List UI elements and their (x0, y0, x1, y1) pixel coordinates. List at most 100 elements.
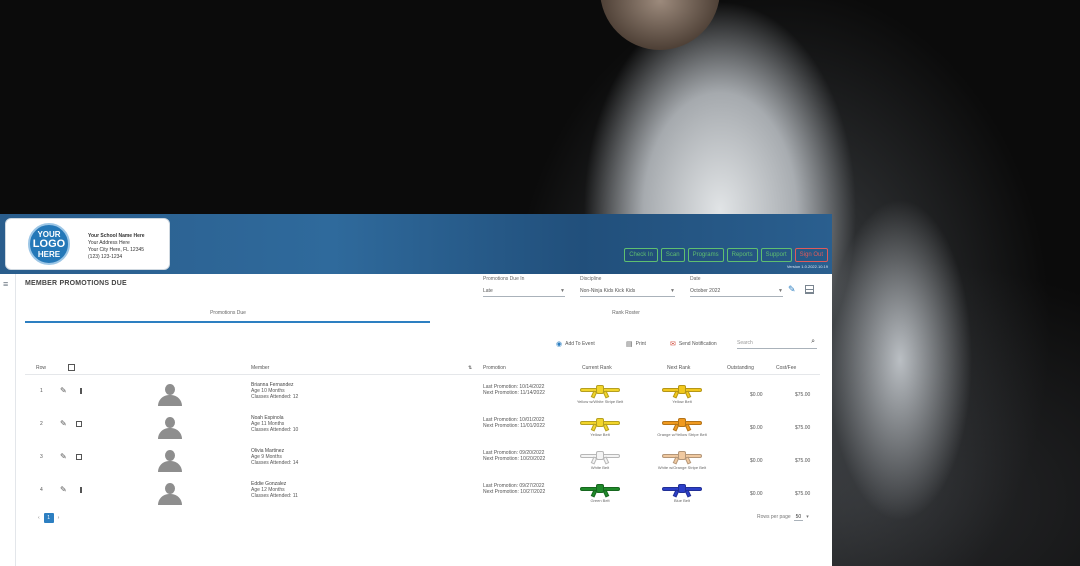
hamburger-menu-icon[interactable]: ≡ (3, 279, 8, 289)
pencil-icon[interactable]: ✎ (788, 284, 796, 295)
column-header-outstanding[interactable]: Outstanding (727, 365, 754, 371)
search-icon[interactable]: ⌕ (811, 338, 815, 346)
filter-promotions-due[interactable]: Promotions Due In Late ▼ (483, 276, 565, 297)
next-promotion: Next Promotion: 11/01/2022 (483, 423, 545, 429)
next-page-button[interactable]: › (58, 515, 60, 521)
mail-icon: ✉ (670, 341, 676, 348)
header-buttons: Check In Scan Programs Reports Support S… (624, 248, 828, 262)
filter-value: October 2022 (690, 288, 721, 294)
chevron-down-icon: ▼ (560, 288, 565, 294)
member-attended: Classes Attended: 11 (251, 493, 298, 499)
pencil-icon[interactable]: ✎ (60, 386, 67, 395)
tab-promotions-due[interactable]: Promotions Due (138, 310, 318, 316)
filter-value: Late (483, 288, 493, 294)
logo-text-2: LOGO (32, 237, 66, 250)
pencil-icon[interactable]: ✎ (60, 452, 67, 461)
column-header-promotion[interactable]: Promotion (483, 365, 506, 371)
avatar (157, 481, 183, 507)
cost-amount: $75.00 (795, 392, 811, 398)
current-rank: Yellow Belt (560, 415, 640, 437)
column-header-member[interactable]: Member (251, 365, 269, 371)
next-rank-label: Yellow Belt (672, 399, 692, 404)
outstanding-amount: $0.00 (750, 491, 763, 497)
belt-icon (580, 481, 620, 498)
member-info[interactable]: Brianna Fernandez Age 10 Months Classes … (251, 382, 298, 400)
member-info[interactable]: Eddie Gonzalez Age 12 Months Classes Att… (251, 481, 298, 499)
table-row[interactable]: 3 ✎ Olivia Martinez Age 9 Months Classes… (0, 448, 832, 481)
school-phone: (123) 123-1234 (88, 254, 123, 260)
member-attended: Classes Attended: 12 (251, 394, 299, 400)
search-input[interactable]: Search ⌕ (737, 337, 817, 349)
next-promotion: Next Promotion: 11/14/2022 (483, 390, 545, 396)
row-checkbox[interactable] (80, 487, 82, 493)
reports-button[interactable]: Reports (726, 248, 758, 262)
current-rank-label: Green Belt (590, 498, 610, 503)
belt-icon (662, 448, 702, 465)
member-attended: Classes Attended: 14 (251, 460, 299, 466)
school-name: Your School Name Here (88, 233, 145, 239)
member-info[interactable]: Olivia Martinez Age 9 Months Classes Att… (251, 448, 298, 466)
table-row[interactable]: 1 ✎ Brianna Fernandez Age 10 Months Clas… (0, 382, 832, 415)
outstanding-amount: $0.00 (750, 425, 763, 431)
chevron-down-icon: ▾ (806, 514, 809, 520)
print-button[interactable]: ▤ Print (626, 340, 646, 348)
avatar (157, 448, 183, 474)
next-rank: Blue Belt (642, 481, 722, 503)
header: YOUR LOGO HERE Your School Name Here You… (0, 214, 832, 274)
filter-value: Non-Ninja Kids Kick Kids (580, 288, 636, 294)
calendar-icon[interactable] (805, 285, 814, 294)
current-rank-label: White Belt (590, 465, 610, 470)
next-rank: Orange w/Yellow Stripe Belt (642, 415, 722, 437)
filter-label: Discipline (580, 276, 602, 282)
sort-icon[interactable]: ⇅ (468, 365, 472, 371)
next-promotion: Next Promotion: 10/20/2022 (483, 456, 546, 462)
filter-label: Date (690, 276, 701, 282)
prev-page-button[interactable]: ‹ (38, 515, 40, 521)
sign-out-button[interactable]: Sign Out (794, 248, 828, 262)
current-rank-label: Yellow w/White Stripe Belt (576, 399, 624, 404)
programs-button[interactable]: Programs (687, 248, 724, 262)
member-info[interactable]: Noah Espinola Age 11 Months Classes Atte… (251, 415, 298, 433)
row-number: 2 (40, 421, 43, 427)
next-rank: White w/Orange Stripe Belt (642, 448, 722, 470)
support-button[interactable]: Support (760, 248, 792, 262)
rows-per-page-select[interactable]: 50 (793, 514, 804, 521)
select-all-checkbox[interactable] (68, 364, 75, 371)
filter-label: Promotions Due In (483, 276, 525, 282)
check-in-button[interactable]: Check In (624, 248, 658, 262)
member-attended: Classes Attended: 10 (251, 427, 299, 433)
promotion-info: Last Promotion: 10/14/2022 Next Promotio… (483, 384, 545, 396)
cost-amount: $75.00 (795, 458, 811, 464)
column-header-cost[interactable]: Cost/Fee (776, 365, 796, 371)
current-rank: Green Belt (560, 481, 640, 503)
cost-amount: $75.00 (795, 425, 811, 431)
page-button-current[interactable]: 1 (43, 513, 54, 523)
tab-rank-roster[interactable]: Rank Roster (536, 310, 716, 316)
version-label: Version 1.0.2022.10.19 (786, 264, 828, 269)
outstanding-amount: $0.00 (750, 458, 763, 464)
column-header-row[interactable]: Row (36, 365, 46, 371)
page-title: MEMBER PROMOTIONS DUE (25, 280, 127, 287)
current-rank: Yellow w/White Stripe Belt (560, 382, 640, 404)
add-to-event-button[interactable]: ◉ Add To Event (556, 340, 595, 348)
filter-discipline[interactable]: Discipline Non-Ninja Kids Kick Kids ▼ (580, 276, 675, 297)
scan-button[interactable]: Scan (660, 248, 685, 262)
app-panel: YOUR LOGO HERE Your School Name Here You… (0, 214, 832, 566)
filter-date[interactable]: Date October 2022 ▼ (690, 276, 783, 297)
pencil-icon[interactable]: ✎ (60, 419, 67, 428)
chevron-down-icon: ▼ (670, 288, 675, 294)
belt-icon (662, 481, 702, 498)
row-checkbox[interactable] (80, 388, 82, 394)
current-rank-label: Yellow Belt (590, 432, 610, 437)
table-row[interactable]: 4 ✎ Eddie Gonzalez Age 12 Months Classes… (0, 481, 832, 514)
column-header-next-rank[interactable]: Next Rank (667, 365, 690, 371)
table-row[interactable]: 2 ✎ Noah Espinola Age 11 Months Classes … (0, 415, 832, 448)
cost-amount: $75.00 (795, 491, 811, 497)
rows-per-page-label: Rows per page (757, 514, 791, 520)
column-header-current-rank[interactable]: Current Rank (582, 365, 612, 371)
pencil-icon[interactable]: ✎ (60, 485, 67, 494)
row-checkbox[interactable] (76, 454, 82, 460)
row-checkbox[interactable] (76, 421, 82, 427)
send-notification-button[interactable]: ✉ Send Notification (670, 340, 717, 348)
promotion-info: Last Promotion: 09/27/2022 Next Promotio… (483, 483, 545, 495)
